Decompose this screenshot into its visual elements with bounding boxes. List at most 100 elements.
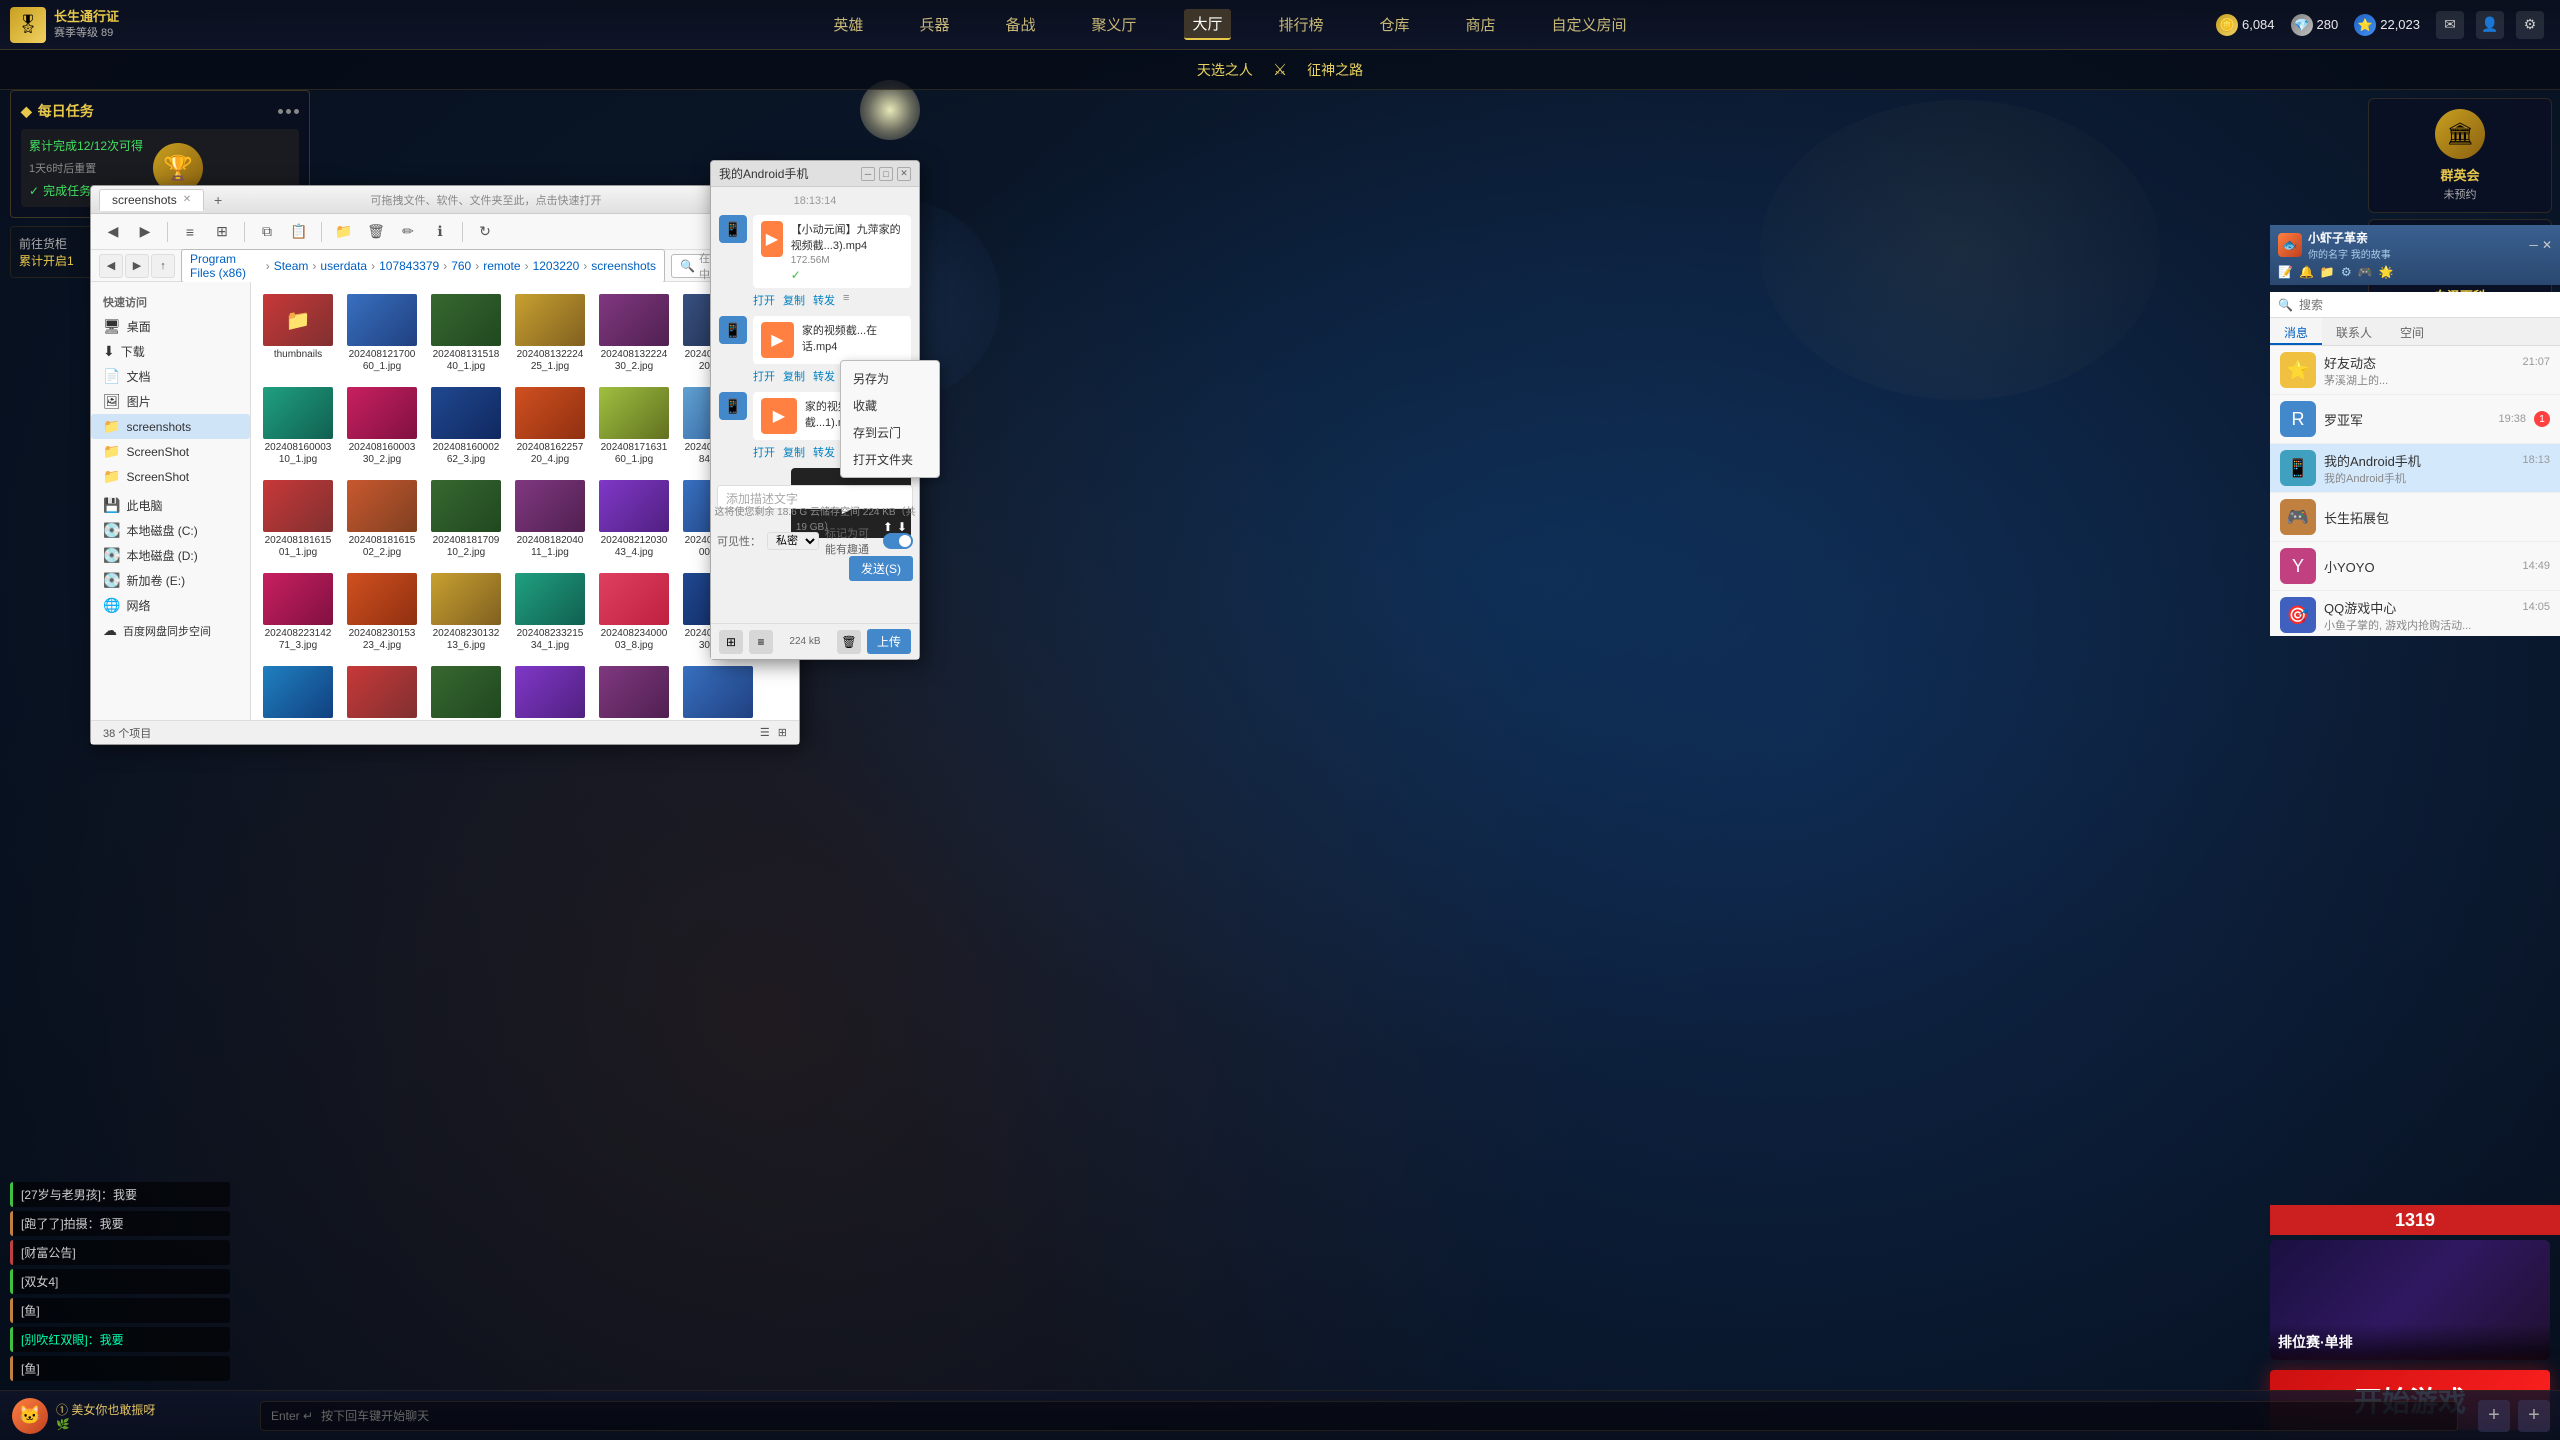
back-button[interactable]: ◀ (99, 218, 127, 246)
nav-guild[interactable]: 聚义厅 (1083, 10, 1144, 39)
ctx-favorite[interactable]: 收藏 (841, 392, 939, 419)
msg-2-forward[interactable]: 转发 (813, 368, 835, 384)
tab-close-icon[interactable]: ✕ (183, 194, 191, 205)
file-item-9[interactable]: 20240816000330_2.jpg (343, 383, 421, 470)
chat-list-item-yoyo[interactable]: Y 小YOYO 14:49 (2270, 542, 2560, 591)
chat-list-item-qq-games[interactable]: 🎯 QQ游戏中心 14:05 小鱼子掌的, 游戏内抢购活动... (2270, 591, 2560, 636)
nav-weapon[interactable]: 兵器 (911, 10, 957, 39)
file-item-4[interactable]: 20240813222430_2.jpg (595, 290, 673, 377)
android-close[interactable]: ✕ (897, 167, 911, 181)
nav-prepare[interactable]: 备战 (997, 10, 1043, 39)
add-button-2[interactable]: + (2518, 1400, 2550, 1432)
file-item-10[interactable]: 20240816000262_3.jpg (427, 383, 505, 470)
path-steam[interactable]: Steam (274, 259, 309, 273)
file-item-17[interactable]: 20240818161502_2.jpg (343, 476, 421, 563)
file-item-36[interactable]: 20240826_5.jpg (595, 662, 673, 720)
msg-3-forward[interactable]: 转发 (813, 444, 835, 460)
msg-1-copy[interactable]: 复制 (783, 292, 805, 308)
list-view-footer-icon[interactable]: ≡ (749, 630, 773, 654)
forward-button[interactable]: ▶ (131, 218, 159, 246)
grid-view-icon[interactable]: ⊞ (778, 726, 787, 739)
sidebar-screenshot-2[interactable]: 📁 ScreenShot (91, 464, 250, 489)
file-item-3[interactable]: 20240813222425_1.jpg (511, 290, 589, 377)
ctx-open-folder[interactable]: 打开文件夹 (841, 446, 939, 473)
sidebar-screenshot-1[interactable]: 📁 ScreenShot (91, 439, 250, 464)
file-item-24[interactable]: 20240822314271_3.jpg (259, 569, 337, 656)
file-item-27[interactable]: 20240823321534_1.jpg (511, 569, 589, 656)
rename-button[interactable]: ✏ (394, 218, 422, 246)
path-remote[interactable]: remote (483, 259, 520, 273)
file-item-37[interactable]: 20240826_6.jpg (679, 662, 757, 720)
chat-list-item-game-expansion[interactable]: 🎮 长生拓展包 (2270, 493, 2560, 542)
add-button-1[interactable]: + (2478, 1400, 2510, 1432)
file-item-20[interactable]: 20240821203043_4.jpg (595, 476, 673, 563)
tab-add-button[interactable]: + (208, 190, 228, 210)
nav-warehouse[interactable]: 仓库 (1372, 10, 1418, 39)
path-id1[interactable]: 107843379 (379, 259, 439, 273)
send-button[interactable]: 发送(S) (849, 556, 913, 581)
guild-card[interactable]: 🏛 群英会 未预约 (2368, 98, 2552, 213)
new-folder-button[interactable]: 📁 (330, 218, 358, 246)
mail-icon[interactable]: ✉ (2436, 11, 2464, 39)
event-label-2[interactable]: 征神之路 (1307, 60, 1363, 80)
android-minimize[interactable]: ─ (861, 167, 875, 181)
properties-button[interactable]: ℹ (426, 218, 454, 246)
qq-minus-btn[interactable]: ─ (2529, 238, 2538, 252)
refresh-button[interactable]: ↻ (471, 218, 499, 246)
sidebar-local-d[interactable]: 💽 本地磁盘 (D:) (91, 543, 250, 568)
qq-icon-1[interactable]: 📝 (2278, 265, 2293, 279)
file-item-12[interactable]: 20240817163160_1.jpg (595, 383, 673, 470)
sidebar-network[interactable]: 🌐 网络 (91, 593, 250, 618)
sidebar-documents[interactable]: 📄 文档 (91, 364, 250, 389)
msg-1-more[interactable]: ≡ (843, 292, 849, 308)
file-item-thumbnails[interactable]: 📁 thumbnails (259, 290, 337, 377)
addr-up[interactable]: ↑ (151, 254, 175, 278)
path-760[interactable]: 760 (451, 259, 471, 273)
game-mode-banner[interactable]: 排位赛·单排 (2270, 1240, 2550, 1360)
addr-forward[interactable]: ▶ (125, 254, 149, 278)
file-item-19[interactable]: 20240818204011_1.jpg (511, 476, 589, 563)
file-item-16[interactable]: 20240818161501_1.jpg (259, 476, 337, 563)
event-label-1[interactable]: 天选之人 (1197, 60, 1253, 80)
grid-view-footer-icon[interactable]: ⊞ (719, 630, 743, 654)
chat-list-item-friend-activities[interactable]: ⭐ 好友动态 21:07 茅溪湖上的... (2270, 346, 2560, 395)
copy-button[interactable]: ⧉ (253, 218, 281, 246)
file-item-35[interactable]: 20240826_4.jpg (511, 662, 589, 720)
task-menu-dots[interactable] (278, 109, 299, 114)
file-item-18[interactable]: 20240818170910_2.jpg (427, 476, 505, 563)
msg-1-open[interactable]: 打开 (753, 292, 775, 308)
nav-ranking[interactable]: 排行榜 (1271, 10, 1332, 39)
visibility-select[interactable]: 私密 公开 (767, 532, 819, 550)
file-item-11[interactable]: 20240816225720_4.jpg (511, 383, 589, 470)
msg-3-open[interactable]: 打开 (753, 444, 775, 460)
view-list-button[interactable]: ≡ (176, 218, 204, 246)
qq-icon-4[interactable]: ⚙ (2341, 265, 2352, 279)
nav-hall[interactable]: 大厅 (1184, 9, 1230, 40)
nav-shop[interactable]: 商店 (1458, 10, 1504, 39)
file-item-25[interactable]: 20240823015323_4.jpg (343, 569, 421, 656)
sidebar-pictures[interactable]: 🖼 图片 (91, 389, 250, 414)
qq-search-input[interactable] (2299, 298, 2552, 312)
address-path-bar[interactable]: Program Files (x86) › Steam › userdata ›… (181, 249, 665, 283)
file-item-34[interactable]: 20240826_3.jpg (427, 662, 505, 720)
sidebar-new-volume[interactable]: 💽 新加卷 (E:) (91, 568, 250, 593)
sidebar-download[interactable]: ⬇ 下载 (91, 339, 250, 364)
ctx-save-as[interactable]: 另存为 (841, 365, 939, 392)
qq-icon-5[interactable]: 🎮 (2358, 265, 2373, 279)
file-item-32[interactable]: 20240826_1.jpg (259, 662, 337, 720)
chat-list-item-android[interactable]: 📱 我的Android手机 18:13 我的Android手机 (2270, 444, 2560, 493)
file-item-28[interactable]: 20240823400003_8.jpg (595, 569, 673, 656)
chat-list-item-luoyajun[interactable]: R 罗亚军 19:38 1 (2270, 395, 2560, 444)
settings-icon[interactable]: ⚙ (2516, 11, 2544, 39)
tab-screenshots[interactable]: screenshots ✕ (99, 189, 204, 211)
msg-3-copy[interactable]: 复制 (783, 444, 805, 460)
sidebar-computer[interactable]: 💾 此电脑 (91, 493, 250, 518)
ctx-save-cloud[interactable]: 存到云门 (841, 419, 939, 446)
qq-icon-2[interactable]: 🔔 (2299, 265, 2314, 279)
file-item-8[interactable]: 20240816000310_1.jpg (259, 383, 337, 470)
path-screenshots[interactable]: screenshots (591, 259, 656, 273)
paste-button[interactable]: 📋 (285, 218, 313, 246)
qq-tab-messages[interactable]: 消息 (2270, 318, 2322, 345)
delete-button[interactable]: 🗑 (362, 218, 390, 246)
path-id2[interactable]: 1203220 (533, 259, 580, 273)
